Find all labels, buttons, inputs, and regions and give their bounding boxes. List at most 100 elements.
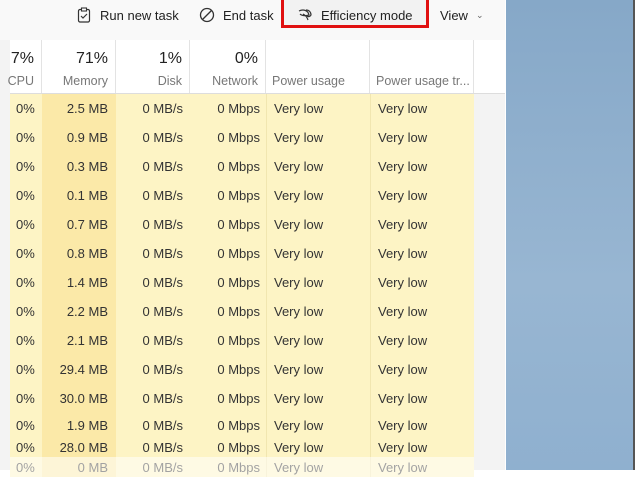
cpu-total: 7% xyxy=(10,50,34,67)
end-task-button[interactable]: End task xyxy=(199,5,274,25)
cell-power-usage-trend: Very low xyxy=(370,413,474,437)
clipboard-check-icon xyxy=(77,7,91,23)
table-row[interactable]: 0% 0.8 MB 0 MB/s 0 Mbps Very low Very low xyxy=(10,239,474,268)
cell-network: 0 Mbps xyxy=(217,417,260,433)
cell-cpu: 0% xyxy=(16,188,35,203)
table-row[interactable]: 0% 0.3 MB 0 MB/s 0 Mbps Very low Very low xyxy=(10,152,474,181)
efficiency-mode-label: Efficiency mode xyxy=(321,7,413,23)
cell-power-usage: Very low xyxy=(266,457,370,477)
table-row[interactable]: 0% 1.9 MB 0 MB/s 0 Mbps Very low Very low xyxy=(10,413,474,437)
cell-power-usage: Very low xyxy=(266,210,370,239)
table-row[interactable]: 0% 0 MB 0 MB/s 0 Mbps Very low Very low xyxy=(10,457,474,477)
run-new-task-button[interactable]: Run new task xyxy=(76,5,179,25)
cell-power-usage-trend: Very low xyxy=(370,384,474,413)
table-row[interactable]: 0% 2.1 MB 0 MB/s 0 Mbps Very low Very low xyxy=(10,326,474,355)
cell-cpu: 0% xyxy=(16,333,35,348)
table-row[interactable]: 0% 2.5 MB 0 MB/s 0 Mbps Very low Very low xyxy=(10,94,474,123)
column-header-power-usage[interactable]: Power usage xyxy=(266,40,370,93)
cell-network: 0 Mbps xyxy=(217,159,260,174)
cell-disk: 0 MB/s xyxy=(142,439,183,455)
scrollbar-track[interactable] xyxy=(474,94,505,470)
run-new-task-label: Run new task xyxy=(100,7,179,23)
cell-disk: 0 MB/s xyxy=(142,130,183,145)
table-row[interactable]: 0% 2.2 MB 0 MB/s 0 Mbps Very low Very low xyxy=(10,297,474,326)
power-usage-trend-label: Power usage tr... xyxy=(376,74,470,88)
cell-memory: 2.2 MB xyxy=(42,297,116,326)
disk-label: Disk xyxy=(157,74,182,88)
cell-network: 0 Mbps xyxy=(217,246,260,261)
cell-cpu: 0% xyxy=(16,159,35,174)
cell-network: 0 Mbps xyxy=(217,275,260,290)
cell-cpu: 0% xyxy=(16,130,35,145)
cell-cpu: 0% xyxy=(16,362,35,377)
cell-memory: 0.8 MB xyxy=(42,239,116,268)
cell-disk: 0 MB/s xyxy=(142,101,183,116)
efficiency-mode-button[interactable]: Efficiency mode xyxy=(297,5,413,25)
window-edge xyxy=(633,0,635,470)
cell-cpu: 0% xyxy=(16,439,35,455)
desktop-background xyxy=(506,0,633,470)
table-row[interactable]: 0% 28.0 MB 0 MB/s 0 Mbps Very low Very low xyxy=(10,437,474,457)
toolbar: Run new task End task Efficiency mode Vi… xyxy=(0,0,505,32)
memory-label: Memory xyxy=(62,74,108,88)
table-row[interactable]: 0% 30.0 MB 0 MB/s 0 Mbps Very low Very low xyxy=(10,384,474,413)
table-row[interactable]: 0% 29.4 MB 0 MB/s 0 Mbps Very low Very low xyxy=(10,355,474,384)
cell-cpu: 0% xyxy=(16,275,35,290)
view-label: View xyxy=(440,7,468,23)
cell-power-usage: Very low xyxy=(266,355,370,384)
power-usage-label: Power usage xyxy=(272,74,345,88)
cell-power-usage: Very low xyxy=(266,384,370,413)
cell-power-usage: Very low xyxy=(266,123,370,152)
cell-power-usage: Very low xyxy=(266,239,370,268)
cell-memory: 1.4 MB xyxy=(42,268,116,297)
cell-power-usage-trend: Very low xyxy=(370,94,474,123)
cell-network: 0 Mbps xyxy=(217,333,260,348)
cell-power-usage-trend: Very low xyxy=(370,457,474,477)
network-total: 0% xyxy=(234,50,258,67)
table-row[interactable]: 0% 0.7 MB 0 MB/s 0 Mbps Very low Very low xyxy=(10,210,474,239)
cell-power-usage-trend: Very low xyxy=(370,326,474,355)
column-header-cpu[interactable]: 7% CPU xyxy=(8,40,42,93)
cell-cpu: 0% xyxy=(16,217,35,232)
cell-power-usage: Very low xyxy=(266,297,370,326)
table-row[interactable]: 0% 1.4 MB 0 MB/s 0 Mbps Very low Very low xyxy=(10,268,474,297)
cell-cpu: 0% xyxy=(16,246,35,261)
cell-power-usage-trend: Very low xyxy=(370,355,474,384)
cell-disk: 0 MB/s xyxy=(142,246,183,261)
cell-memory: 2.5 MB xyxy=(42,94,116,123)
network-label: Network xyxy=(212,74,258,88)
table-row[interactable]: 0% 0.9 MB 0 MB/s 0 Mbps Very low Very low xyxy=(10,123,474,152)
cell-network: 0 Mbps xyxy=(217,439,260,455)
cell-network: 0 Mbps xyxy=(217,130,260,145)
cell-power-usage: Very low xyxy=(266,413,370,437)
cell-memory: 0.7 MB xyxy=(42,210,116,239)
cell-memory: 0.1 MB xyxy=(42,181,116,210)
cell-power-usage: Very low xyxy=(266,326,370,355)
cell-power-usage: Very low xyxy=(266,94,370,123)
table-row[interactable]: 0% 0.1 MB 0 MB/s 0 Mbps Very low Very low xyxy=(10,181,474,210)
process-rows: 0% 2.5 MB 0 MB/s 0 Mbps Very low Very low 0% 0.… xyxy=(10,94,474,477)
cell-disk: 0 MB/s xyxy=(142,304,183,319)
cell-disk: 0 MB/s xyxy=(142,333,183,348)
cell-power-usage: Very low xyxy=(266,437,370,457)
task-manager-window: Run new task End task Efficiency mode Vi… xyxy=(0,0,505,477)
cell-memory: 30.0 MB xyxy=(42,384,116,413)
cell-power-usage-trend: Very low xyxy=(370,437,474,457)
chevron-down-icon: ⌄ xyxy=(475,9,484,20)
cell-power-usage: Very low xyxy=(266,181,370,210)
cell-memory: 2.1 MB xyxy=(42,326,116,355)
cell-power-usage: Very low xyxy=(266,268,370,297)
cell-network: 0 Mbps xyxy=(217,362,260,377)
sidebar-edge xyxy=(0,40,10,470)
cell-disk: 0 MB/s xyxy=(142,159,183,174)
view-menu-button[interactable]: View ⌄ xyxy=(440,5,484,25)
cell-cpu: 0% xyxy=(16,391,35,406)
column-header-network[interactable]: 0% Network xyxy=(190,40,266,93)
column-header-disk[interactable]: 1% Disk xyxy=(116,40,190,93)
cell-disk: 0 MB/s xyxy=(142,362,183,377)
column-header-power-usage-trend[interactable]: Power usage tr... xyxy=(370,40,474,93)
cell-network: 0 Mbps xyxy=(217,188,260,203)
cell-power-usage-trend: Very low xyxy=(370,123,474,152)
cell-power-usage-trend: Very low xyxy=(370,181,474,210)
column-header-memory[interactable]: 71% Memory xyxy=(42,40,116,93)
